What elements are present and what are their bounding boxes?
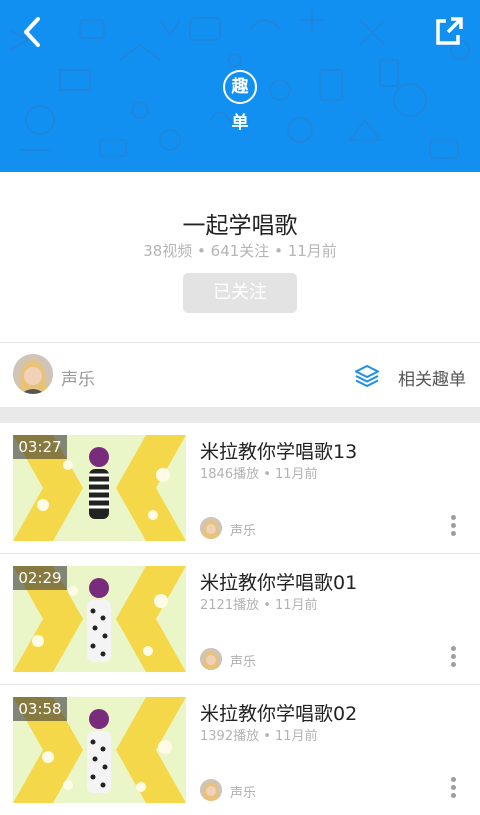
author-avatar[interactable] <box>200 779 222 801</box>
video-duration: 03:27 <box>13 435 67 459</box>
qudan-logo: 趣 单 <box>222 70 258 133</box>
video-list-item[interactable]: 02:29 米拉教你学唱歌01 2121播放 • 11月前 声乐 <box>0 554 480 684</box>
author-name[interactable]: 声乐 <box>230 782 256 801</box>
external-link-icon <box>436 17 463 45</box>
video-title[interactable]: 米拉教你学唱歌13 <box>200 437 357 464</box>
tag-avatar[interactable] <box>13 354 53 394</box>
related-playlists-label: 相关趣单 <box>398 370 466 390</box>
back-button[interactable] <box>16 14 52 50</box>
video-meta: 2121播放 • 11月前 <box>200 598 318 613</box>
video-duration: 03:58 <box>13 697 67 721</box>
playlist-header: 趣 单 <box>0 0 480 172</box>
logo-char: 趣 <box>223 70 257 104</box>
logo-word: 单 <box>231 113 249 133</box>
share-button[interactable] <box>430 14 466 50</box>
video-title[interactable]: 米拉教你学唱歌02 <box>200 699 357 726</box>
tag-label[interactable]: 声乐 <box>61 365 95 390</box>
video-meta: 1846播放 • 11月前 <box>200 467 318 482</box>
video-meta: 1392播放 • 11月前 <box>200 729 318 744</box>
video-thumbnail[interactable]: 03:27 <box>13 435 186 541</box>
more-options-icon[interactable] <box>448 515 458 541</box>
section-separator <box>0 407 480 423</box>
related-playlists-button[interactable]: 相关趣单 <box>355 363 466 390</box>
video-title[interactable]: 米拉教你学唱歌01 <box>200 568 357 595</box>
video-thumbnail[interactable]: 02:29 <box>13 566 186 672</box>
author-name[interactable]: 声乐 <box>230 651 256 670</box>
playlist-meta: 38视频 • 641关注 • 11月前 <box>143 242 337 260</box>
tag-row: 声乐 相关趣单 <box>0 343 480 407</box>
more-options-icon[interactable] <box>448 646 458 672</box>
chevron-left-icon <box>24 17 40 47</box>
avatar-image <box>13 354 53 394</box>
video-list-item[interactable]: 03:27 米拉教你学唱歌13 1846播放 • 11月前 声乐 <box>0 423 480 553</box>
more-options-icon[interactable] <box>448 777 458 803</box>
video-duration: 02:29 <box>13 566 67 590</box>
video-thumbnail[interactable]: 03:58 <box>13 697 186 803</box>
follow-button[interactable]: 已关注 <box>183 273 297 313</box>
author-avatar[interactable] <box>200 648 222 670</box>
video-list-item[interactable]: 03:58 米拉教你学唱歌02 1392播放 • 11月前 声乐 <box>0 685 480 815</box>
playlist-info: 一起学唱歌 38视频 • 641关注 • 11月前 已关注 <box>0 172 480 342</box>
author-avatar[interactable] <box>200 517 222 539</box>
layers-icon <box>355 365 379 387</box>
playlist-title: 一起学唱歌 <box>182 213 298 239</box>
author-name[interactable]: 声乐 <box>230 520 256 539</box>
